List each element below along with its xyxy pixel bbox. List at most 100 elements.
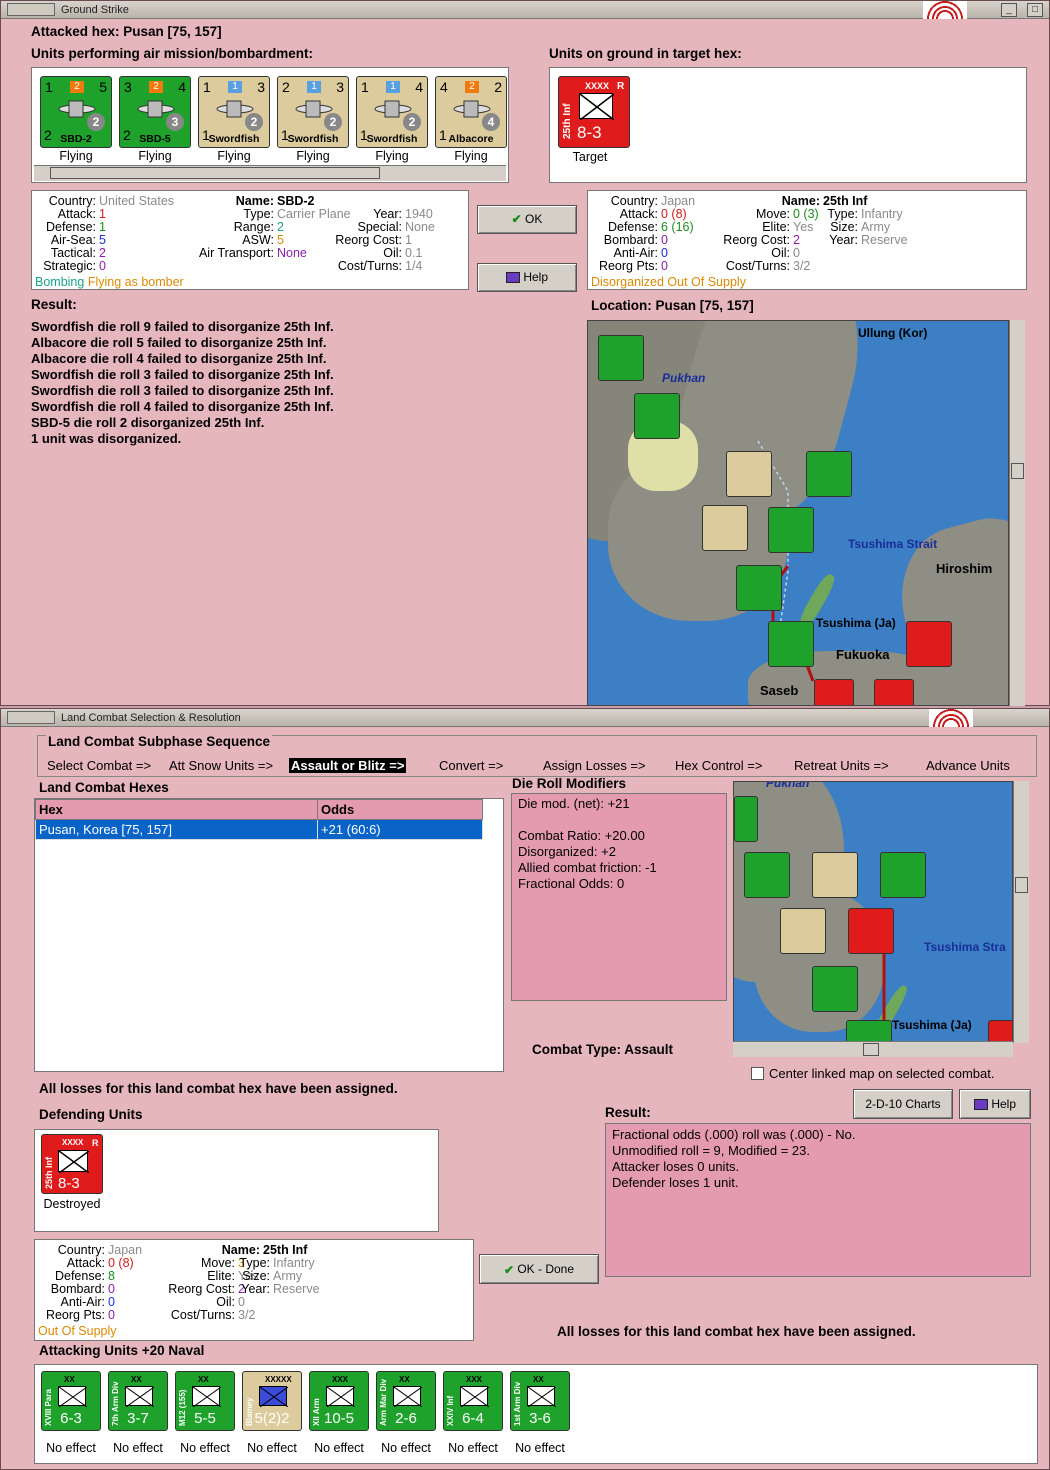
map-unit-counter[interactable]: [744, 852, 790, 898]
map-scrollbar[interactable]: [1009, 320, 1025, 706]
map-unit-counter[interactable]: [812, 852, 858, 898]
phase-7[interactable]: Retreat Units =>: [794, 758, 889, 773]
map-unit-counter[interactable]: [598, 335, 644, 381]
air-unit-counter[interactable]: 3 2 4 2 3 SBD-5: [119, 76, 191, 148]
target-counter[interactable]: 25th Inf XXXX R 8-3: [558, 76, 630, 148]
unit-type-icon: [527, 1386, 557, 1408]
attacker-status: No effect: [247, 1441, 297, 1455]
map-unit-counter[interactable]: [768, 621, 814, 667]
unit-strength: 8-3: [58, 1175, 80, 1192]
attacker-counter[interactable]: XII Arm XXX 10-5: [309, 1371, 369, 1431]
map-unit-counter[interactable]: [768, 507, 814, 553]
center-map-checkbox[interactable]: [751, 1067, 764, 1080]
attacker-counter[interactable]: 7th Arm Div XX 3-7: [108, 1371, 168, 1431]
modifiers-panel: Die mod. (net): +21 Combat Ratio: +20.00 D…: [511, 793, 727, 1001]
map-unit-counter[interactable]: [874, 679, 914, 705]
map-unit-counter[interactable]: [736, 565, 782, 611]
column-header-odds[interactable]: Odds: [317, 799, 483, 820]
unit-value: 4: [178, 79, 186, 95]
column-header-hex[interactable]: Hex: [35, 799, 318, 820]
land-combat-titlebar[interactable]: Land Combat Selection & Resolution: [1, 709, 1049, 727]
linked-map[interactable]: Pukhan Tsushima Stra Tsushima (Ja): [733, 781, 1013, 1043]
map-unit-counter[interactable]: [634, 393, 680, 439]
unit-value: 3: [257, 79, 265, 95]
linked-map-hscroll[interactable]: [733, 1041, 1013, 1057]
map-label-pukhan: Pukhan: [662, 371, 706, 385]
scroll-thumb[interactable]: [863, 1043, 879, 1056]
losses-assigned-message-2: All losses for this land combat hex have…: [557, 1324, 916, 1339]
window-menu-icon[interactable]: [7, 3, 55, 16]
unit-strength: 8-3: [577, 123, 602, 142]
map-unit-counter[interactable]: [702, 505, 748, 551]
phase-1[interactable]: Select Combat =>: [47, 758, 151, 773]
modifier-line: Allied combat friction: -1: [518, 860, 657, 875]
map-unit-counter[interactable]: [988, 1020, 1012, 1042]
air-unit-counter[interactable]: 1 1 4 1 2 Swordfish: [356, 76, 428, 148]
result-line: Swordfish die roll 4 failed to disorgani…: [31, 399, 334, 414]
window-title: Land Combat Selection & Resolution: [61, 712, 241, 724]
maximize-button[interactable]: □: [1027, 3, 1043, 17]
phase-5[interactable]: Assign Losses =>: [543, 758, 646, 773]
attacker-counter[interactable]: XVIII Para XX 6-3: [41, 1371, 101, 1431]
attacker-counter[interactable]: 1st Arm Div XX 3-6: [510, 1371, 570, 1431]
map-unit-counter[interactable]: [880, 852, 926, 898]
map-unit-counter[interactable]: [846, 1020, 892, 1042]
table-row[interactable]: Pusan, Korea [75, 157] +21 (60:6): [35, 819, 483, 840]
window-menu-icon[interactable]: [7, 711, 55, 724]
help-button[interactable]: Help: [959, 1089, 1031, 1119]
air-units-scrollbar[interactable]: [34, 165, 506, 181]
defender-counter[interactable]: 25th Inf XXXX R 8-3: [41, 1134, 103, 1194]
attacker-counter[interactable]: Arm Mar Div XX 2-6: [376, 1371, 436, 1431]
unit-type-icon: [58, 1386, 88, 1408]
attacker-status: No effect: [113, 1441, 163, 1455]
minimize-button[interactable]: _: [1001, 3, 1017, 17]
location-map[interactable]: Ullung (Kor) Pukhan Tsushima Strait Hiro…: [587, 320, 1009, 706]
map-unit-counter[interactable]: [734, 796, 758, 842]
unit-value: 1: [307, 81, 321, 93]
map-unit-counter[interactable]: [726, 451, 772, 497]
attacker-status: No effect: [381, 1441, 431, 1455]
map-label-ullung: Ullung (Kor): [858, 326, 928, 340]
unit-type-icon: [259, 1386, 289, 1408]
charts-button[interactable]: 2-D-10 Charts: [853, 1089, 953, 1119]
phase-4[interactable]: Convert =>: [439, 758, 503, 773]
mission-type: Bombing: [35, 275, 85, 289]
center-map-label[interactable]: Center linked map on selected combat.: [769, 1066, 994, 1081]
ground-strike-titlebar[interactable]: Ground Strike _ □: [1, 1, 1049, 19]
phase-2[interactable]: Att Snow Units =>: [169, 758, 273, 773]
modifier-line: Combat Ratio: +20.00: [518, 828, 645, 843]
air-unit-counter[interactable]: 2 1 3 1 2 Swordfish: [277, 76, 349, 148]
ok-done-button[interactable]: ✔ OK - Done: [479, 1254, 599, 1284]
air-unit-counter[interactable]: 1 1 3 1 2 Swordfish: [198, 76, 270, 148]
scroll-thumb[interactable]: [1011, 463, 1024, 479]
modifiers-label: Die Roll Modifiers: [512, 776, 627, 791]
result-line: Swordfish die roll 3 failed to disorgani…: [31, 367, 334, 382]
scroll-thumb[interactable]: [1015, 877, 1028, 893]
attacking-units-label: Attacking Units +20 Naval: [39, 1343, 205, 1358]
map-unit-counter[interactable]: [814, 679, 854, 705]
map-unit-counter[interactable]: [848, 908, 894, 954]
unit-size: XXXX: [62, 1138, 84, 1147]
info-label: Air Transport:: [198, 246, 274, 260]
map-unit-counter[interactable]: [780, 908, 826, 954]
unit-type-icon: [460, 1386, 490, 1408]
info-label: Reorg Pts:: [598, 259, 658, 273]
phase-6[interactable]: Hex Control =>: [675, 758, 762, 773]
attacker-counter[interactable]: M12 (155) XX 5-5: [175, 1371, 235, 1431]
air-unit-status: Flying: [296, 149, 330, 163]
phase-3[interactable]: Assault or Blitz =>: [289, 758, 407, 773]
attacker-counter[interactable]: Blamey XXXXX 5(2)2: [242, 1371, 302, 1431]
scroll-thumb[interactable]: [50, 167, 380, 179]
attacker-status: No effect: [515, 1441, 565, 1455]
phase-8[interactable]: Advance Units: [926, 758, 1010, 773]
unit-type-icon: [125, 1386, 155, 1408]
map-unit-counter[interactable]: [812, 966, 858, 1012]
unit-value: 2: [70, 81, 84, 93]
air-unit-counter[interactable]: 4 2 2 1 4 Albacore: [435, 76, 507, 148]
attacker-counter[interactable]: XXIV Inf XXX 6-4: [443, 1371, 503, 1431]
reserve-tag: R: [92, 1138, 99, 1148]
map-unit-counter[interactable]: [806, 451, 852, 497]
linked-map-vscroll[interactable]: [1013, 781, 1029, 1043]
map-unit-counter[interactable]: [906, 621, 952, 667]
air-unit-counter[interactable]: 1 2 5 2 2 SBD-2: [40, 76, 112, 148]
